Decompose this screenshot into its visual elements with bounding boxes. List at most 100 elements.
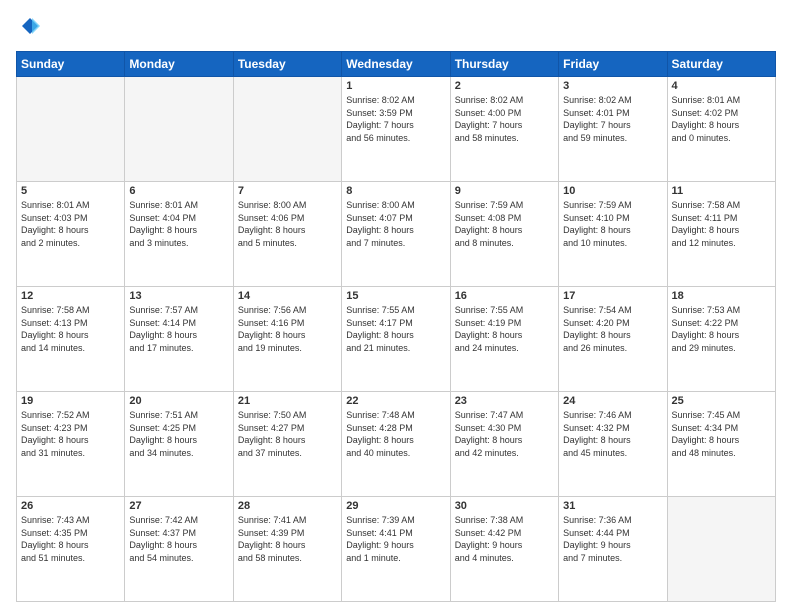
calendar-week-row: 12 Sunrise: 7:58 AM Sunset: 4:13 PM Dayli… <box>17 287 776 392</box>
day-number: 29 <box>346 500 445 512</box>
logo <box>16 18 40 43</box>
day-number: 15 <box>346 290 445 302</box>
weekday-header: Thursday <box>450 52 558 77</box>
calendar-cell: 16 Sunrise: 7:55 AM Sunset: 4:19 PM Dayli… <box>450 287 558 392</box>
day-number: 7 <box>238 185 337 197</box>
weekday-header: Monday <box>125 52 233 77</box>
day-info: Sunrise: 7:52 AM Sunset: 4:23 PM Dayligh… <box>21 409 120 459</box>
day-number: 1 <box>346 80 445 92</box>
day-number: 14 <box>238 290 337 302</box>
calendar-cell: 11 Sunrise: 7:58 AM Sunset: 4:11 PM Dayli… <box>667 182 775 287</box>
calendar-cell: 2 Sunrise: 8:02 AM Sunset: 4:00 PM Daylig… <box>450 77 558 182</box>
day-info: Sunrise: 8:00 AM Sunset: 4:06 PM Dayligh… <box>238 199 337 249</box>
day-number: 6 <box>129 185 228 197</box>
weekday-header: Wednesday <box>342 52 450 77</box>
calendar-cell <box>125 77 233 182</box>
page: SundayMondayTuesdayWednesdayThursdayFrid… <box>0 0 792 612</box>
calendar-cell <box>17 77 125 182</box>
day-number: 30 <box>455 500 554 512</box>
day-number: 31 <box>563 500 662 512</box>
day-info: Sunrise: 7:55 AM Sunset: 4:19 PM Dayligh… <box>455 304 554 354</box>
calendar-cell: 4 Sunrise: 8:01 AM Sunset: 4:02 PM Daylig… <box>667 77 775 182</box>
day-number: 22 <box>346 395 445 407</box>
calendar-cell <box>667 497 775 602</box>
day-info: Sunrise: 7:58 AM Sunset: 4:13 PM Dayligh… <box>21 304 120 354</box>
calendar-cell: 5 Sunrise: 8:01 AM Sunset: 4:03 PM Daylig… <box>17 182 125 287</box>
day-info: Sunrise: 7:56 AM Sunset: 4:16 PM Dayligh… <box>238 304 337 354</box>
calendar-cell: 24 Sunrise: 7:46 AM Sunset: 4:32 PM Dayli… <box>559 392 667 497</box>
day-number: 5 <box>21 185 120 197</box>
calendar: SundayMondayTuesdayWednesdayThursdayFrid… <box>16 51 776 602</box>
header <box>16 14 776 43</box>
day-number: 18 <box>672 290 771 302</box>
day-number: 16 <box>455 290 554 302</box>
calendar-cell: 26Sunrise: 7:43 AM Sunset: 4:35 PM Dayli… <box>17 497 125 602</box>
calendar-cell: 14 Sunrise: 7:56 AM Sunset: 4:16 PM Dayli… <box>233 287 341 392</box>
day-number: 24 <box>563 395 662 407</box>
calendar-cell: 12 Sunrise: 7:58 AM Sunset: 4:13 PM Dayli… <box>17 287 125 392</box>
calendar-cell <box>233 77 341 182</box>
day-info: Sunrise: 7:43 AM Sunset: 4:35 PM Dayligh… <box>21 514 120 564</box>
day-number: 4 <box>672 80 771 92</box>
day-info: Sunrise: 8:02 AM Sunset: 4:01 PM Dayligh… <box>563 94 662 144</box>
day-info: Sunrise: 8:01 AM Sunset: 4:03 PM Dayligh… <box>21 199 120 249</box>
day-number: 21 <box>238 395 337 407</box>
day-info: Sunrise: 8:01 AM Sunset: 4:02 PM Dayligh… <box>672 94 771 144</box>
day-info: Sunrise: 7:42 AM Sunset: 4:37 PM Dayligh… <box>129 514 228 564</box>
day-info: Sunrise: 7:57 AM Sunset: 4:14 PM Dayligh… <box>129 304 228 354</box>
day-info: Sunrise: 7:39 AM Sunset: 4:41 PM Dayligh… <box>346 514 445 564</box>
day-number: 3 <box>563 80 662 92</box>
calendar-week-row: 1 Sunrise: 8:02 AM Sunset: 3:59 PM Daylig… <box>17 77 776 182</box>
calendar-cell: 7 Sunrise: 8:00 AM Sunset: 4:06 PM Daylig… <box>233 182 341 287</box>
calendar-week-row: 19 Sunrise: 7:52 AM Sunset: 4:23 PM Dayli… <box>17 392 776 497</box>
calendar-cell: 21 Sunrise: 7:50 AM Sunset: 4:27 PM Dayli… <box>233 392 341 497</box>
day-info: Sunrise: 7:38 AM Sunset: 4:42 PM Dayligh… <box>455 514 554 564</box>
day-number: 10 <box>563 185 662 197</box>
day-info: Sunrise: 7:59 AM Sunset: 4:10 PM Dayligh… <box>563 199 662 249</box>
calendar-cell: 15Sunrise: 7:55 AM Sunset: 4:17 PM Dayli… <box>342 287 450 392</box>
day-number: 12 <box>21 290 120 302</box>
calendar-cell: 13Sunrise: 7:57 AM Sunset: 4:14 PM Dayli… <box>125 287 233 392</box>
calendar-cell: 28 Sunrise: 7:41 AM Sunset: 4:39 PM Dayli… <box>233 497 341 602</box>
day-info: Sunrise: 7:54 AM Sunset: 4:20 PM Dayligh… <box>563 304 662 354</box>
calendar-cell: 20 Sunrise: 7:51 AM Sunset: 4:25 PM Dayli… <box>125 392 233 497</box>
day-info: Sunrise: 7:48 AM Sunset: 4:28 PM Dayligh… <box>346 409 445 459</box>
day-number: 19 <box>21 395 120 407</box>
day-info: Sunrise: 7:58 AM Sunset: 4:11 PM Dayligh… <box>672 199 771 249</box>
calendar-cell: 31 Sunrise: 7:36 AM Sunset: 4:44 PM Dayli… <box>559 497 667 602</box>
day-info: Sunrise: 7:41 AM Sunset: 4:39 PM Dayligh… <box>238 514 337 564</box>
calendar-header-row: SundayMondayTuesdayWednesdayThursdayFrid… <box>17 52 776 77</box>
day-number: 25 <box>672 395 771 407</box>
day-number: 20 <box>129 395 228 407</box>
calendar-cell: 3 Sunrise: 8:02 AM Sunset: 4:01 PM Daylig… <box>559 77 667 182</box>
day-number: 23 <box>455 395 554 407</box>
calendar-cell: 8Sunrise: 8:00 AM Sunset: 4:07 PM Daylig… <box>342 182 450 287</box>
weekday-header: Sunday <box>17 52 125 77</box>
day-info: Sunrise: 7:53 AM Sunset: 4:22 PM Dayligh… <box>672 304 771 354</box>
day-info: Sunrise: 7:59 AM Sunset: 4:08 PM Dayligh… <box>455 199 554 249</box>
day-info: Sunrise: 8:01 AM Sunset: 4:04 PM Dayligh… <box>129 199 228 249</box>
calendar-cell: 6 Sunrise: 8:01 AM Sunset: 4:04 PM Daylig… <box>125 182 233 287</box>
day-info: Sunrise: 7:36 AM Sunset: 4:44 PM Dayligh… <box>563 514 662 564</box>
day-info: Sunrise: 8:02 AM Sunset: 4:00 PM Dayligh… <box>455 94 554 144</box>
calendar-cell: 23Sunrise: 7:47 AM Sunset: 4:30 PM Dayli… <box>450 392 558 497</box>
day-number: 9 <box>455 185 554 197</box>
day-info: Sunrise: 7:51 AM Sunset: 4:25 PM Dayligh… <box>129 409 228 459</box>
calendar-week-row: 5 Sunrise: 8:01 AM Sunset: 4:03 PM Daylig… <box>17 182 776 287</box>
weekday-header: Tuesday <box>233 52 341 77</box>
day-number: 28 <box>238 500 337 512</box>
calendar-cell: 30 Sunrise: 7:38 AM Sunset: 4:42 PM Dayli… <box>450 497 558 602</box>
day-number: 11 <box>672 185 771 197</box>
day-info: Sunrise: 7:50 AM Sunset: 4:27 PM Dayligh… <box>238 409 337 459</box>
day-info: Sunrise: 8:02 AM Sunset: 3:59 PM Dayligh… <box>346 94 445 144</box>
day-number: 8 <box>346 185 445 197</box>
calendar-cell: 1 Sunrise: 8:02 AM Sunset: 3:59 PM Daylig… <box>342 77 450 182</box>
calendar-cell: 18 Sunrise: 7:53 AM Sunset: 4:22 PM Dayli… <box>667 287 775 392</box>
day-number: 2 <box>455 80 554 92</box>
day-info: Sunrise: 7:46 AM Sunset: 4:32 PM Dayligh… <box>563 409 662 459</box>
calendar-cell: 10 Sunrise: 7:59 AM Sunset: 4:10 PM Dayli… <box>559 182 667 287</box>
calendar-cell: 9 Sunrise: 7:59 AM Sunset: 4:08 PM Daylig… <box>450 182 558 287</box>
calendar-cell: 19 Sunrise: 7:52 AM Sunset: 4:23 PM Dayli… <box>17 392 125 497</box>
calendar-cell: 29 Sunrise: 7:39 AM Sunset: 4:41 PM Dayli… <box>342 497 450 602</box>
calendar-week-row: 26Sunrise: 7:43 AM Sunset: 4:35 PM Dayli… <box>17 497 776 602</box>
